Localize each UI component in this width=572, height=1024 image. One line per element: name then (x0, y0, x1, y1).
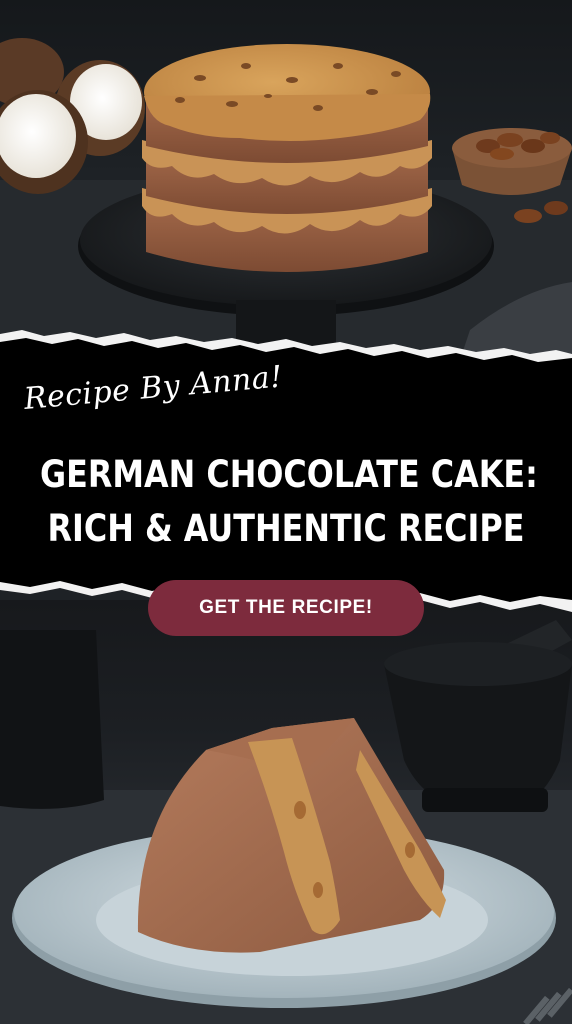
get-recipe-button[interactable]: GET THE RECIPE! (148, 580, 424, 636)
coconut-halves (0, 38, 145, 194)
layered-cake (142, 44, 432, 272)
recipe-title: GERMAN CHOCOLATE CAKE: RICH & AUTHENTIC … (40, 448, 538, 556)
cake-photo-bottom (0, 600, 572, 1024)
mortar-pestle (384, 620, 572, 812)
recipe-title-line1: GERMAN CHOCOLATE CAKE: (40, 453, 538, 496)
recipe-title-line2: RICH & AUTHENTIC RECIPE (47, 507, 525, 550)
cake-photo-top (0, 0, 572, 360)
cake-slice (137, 718, 446, 953)
recipe-pin: Recipe By Anna! GERMAN CHOCOLATE CAKE: R… (0, 0, 572, 1024)
